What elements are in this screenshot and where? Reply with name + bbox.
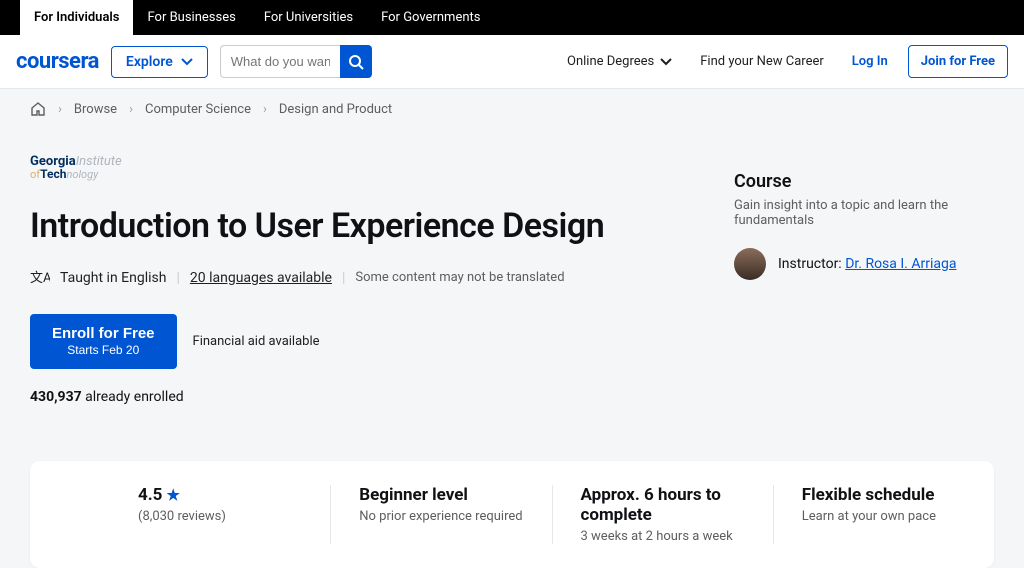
enroll-label: Enroll for Free	[52, 324, 155, 344]
chevron-right-icon: ›	[129, 102, 133, 117]
explore-button[interactable]: Explore	[111, 46, 208, 78]
breadcrumb: › Browse › Computer Science › Design and…	[0, 89, 1024, 129]
course-title: Introduction to User Experience Design	[30, 205, 654, 248]
chevron-down-icon	[181, 58, 193, 66]
coursera-logo[interactable]: coursera	[16, 49, 99, 74]
explore-label: Explore	[126, 54, 173, 70]
topbar-individuals[interactable]: For Individuals	[20, 0, 133, 35]
enroll-starts: Starts Feb 20	[52, 343, 155, 359]
stat-reviews[interactable]: (8,030 reviews)	[138, 509, 302, 524]
stat-level: Beginner level No prior experience requi…	[331, 485, 552, 544]
find-career-link[interactable]: Find your New Career	[692, 54, 832, 69]
translation-note: Some content may not be translated	[355, 270, 564, 285]
search-button[interactable]	[340, 45, 372, 78]
breadcrumb-design[interactable]: Design and Product	[279, 102, 392, 117]
chevron-down-icon	[660, 58, 672, 66]
join-free-button[interactable]: Join for Free	[908, 45, 1008, 78]
instructor-avatar[interactable]	[734, 248, 766, 280]
topbar-governments[interactable]: For Governments	[367, 0, 494, 35]
svg-text:文A: 文A	[30, 271, 50, 286]
stat-time: Approx. 6 hours to complete 3 weeks at 2…	[553, 485, 774, 544]
online-degrees-link[interactable]: Online Degrees	[559, 54, 680, 69]
instructor-label: Instructor:	[778, 256, 842, 272]
breadcrumb-cs[interactable]: Computer Science	[145, 102, 251, 117]
taught-in: Taught in English	[60, 270, 166, 286]
sidebar-heading: Course	[734, 171, 994, 192]
chevron-right-icon: ›	[58, 102, 62, 117]
chevron-right-icon: ›	[263, 102, 267, 117]
search-box	[220, 45, 372, 78]
instructor-link[interactable]: Dr. Rosa I. Arriaga	[845, 256, 956, 272]
financial-aid-link[interactable]: Financial aid available	[193, 334, 320, 349]
audience-topbar: For Individuals For Businesses For Unive…	[0, 0, 1024, 35]
topbar-universities[interactable]: For Universities	[250, 0, 367, 35]
instructor-row: Instructor: Dr. Rosa I. Arriaga	[734, 248, 994, 280]
search-icon	[348, 54, 364, 70]
enroll-button[interactable]: Enroll for Free Starts Feb 20	[30, 314, 177, 369]
institution-logo[interactable]: GeorgiaInstitute ofTechnology	[30, 147, 654, 187]
language-icon: 文A	[30, 268, 50, 288]
stat-schedule: Flexible schedule Learn at your own pace	[774, 485, 994, 544]
languages-available-link[interactable]: 20 languages available	[190, 270, 332, 286]
enrolled-count: 430,937 already enrolled	[30, 389, 654, 405]
sidebar-subtitle: Gain insight into a topic and learn the …	[734, 198, 994, 228]
home-icon[interactable]	[30, 101, 46, 117]
language-row: 文A Taught in English | 20 languages avai…	[30, 268, 654, 288]
main-header: coursera Explore Online Degrees Find you…	[0, 35, 1024, 89]
stats-card: 4.5 ★ (8,030 reviews) Beginner level No …	[30, 461, 994, 568]
breadcrumb-browse[interactable]: Browse	[74, 102, 117, 117]
login-link[interactable]: Log In	[844, 54, 896, 69]
stat-rating: 4.5 ★ (8,030 reviews)	[30, 485, 331, 544]
search-input[interactable]	[220, 45, 340, 78]
star-icon: ★	[166, 486, 179, 504]
topbar-businesses[interactable]: For Businesses	[133, 0, 249, 35]
